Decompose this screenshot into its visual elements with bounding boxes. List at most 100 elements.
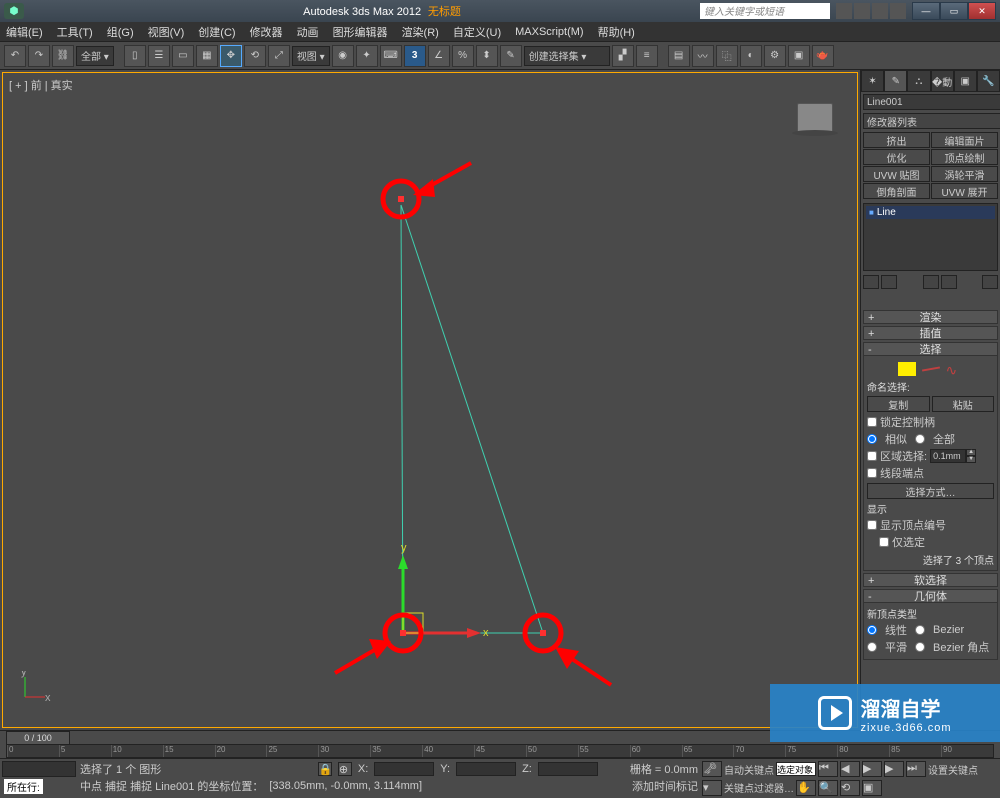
configure-sets-icon[interactable] [982, 275, 998, 289]
menu-maxscript[interactable]: MAXScript(M) [515, 26, 583, 38]
time-slider[interactable]: 0 / 100 [6, 731, 70, 745]
prev-frame-icon[interactable]: ◀ [840, 761, 860, 777]
align-button[interactable]: ≡ [636, 45, 658, 67]
x-input[interactable] [374, 762, 434, 776]
menu-group[interactable]: 组(G) [107, 24, 134, 40]
area-select-checkbox[interactable] [867, 451, 877, 461]
move-button[interactable]: ✥ [220, 45, 242, 67]
paste-named-button[interactable]: 粘贴 [932, 396, 995, 412]
curveeditor-button[interactable]: 〰 [692, 45, 714, 67]
goto-start-icon[interactable]: ⏮ [818, 761, 838, 777]
lock-handles-checkbox[interactable] [867, 417, 877, 427]
subobj-spline-icon[interactable] [946, 362, 964, 376]
keyfilter-button[interactable]: 关键点过滤器… [724, 780, 794, 795]
play-icon[interactable]: ▶ [862, 761, 882, 777]
next-frame-icon[interactable]: ▶ [884, 761, 904, 777]
mod-uvwunwrap-button[interactable]: UVW 展开 [931, 183, 998, 199]
menu-rendering[interactable]: 渲染(R) [402, 24, 439, 40]
rollout-softsel-header[interactable]: +软选择 [863, 573, 998, 587]
material-button[interactable]: ◐ [740, 45, 762, 67]
menu-tools[interactable]: 工具(T) [57, 24, 93, 40]
percentsnap-button[interactable]: % [452, 45, 474, 67]
close-button[interactable]: ✕ [968, 2, 996, 20]
modifier-list-dropdown[interactable] [863, 113, 1000, 129]
menu-customize[interactable]: 自定义(U) [453, 24, 501, 40]
renderframe-button[interactable]: ▣ [788, 45, 810, 67]
setkey-button[interactable]: 设置关键点 [928, 762, 978, 777]
vtype-smooth-radio[interactable] [867, 642, 877, 652]
rollout-selection-header[interactable]: -选择 [863, 342, 998, 356]
menu-views[interactable]: 视图(V) [148, 24, 185, 40]
undo-button[interactable]: ↶ [4, 45, 26, 67]
vtype-bcorner-radio[interactable] [915, 642, 925, 652]
tab-display-icon[interactable]: ▣ [954, 70, 977, 92]
window-crossing-button[interactable]: ▦ [196, 45, 218, 67]
menu-help[interactable]: 帮助(H) [598, 24, 635, 40]
pivot-button[interactable]: ◉ [332, 45, 354, 67]
vtype-bezier-radio[interactable] [915, 625, 925, 635]
filter-dropdown[interactable]: 全部 ▾ [76, 46, 114, 66]
render-button[interactable]: 🫖 [812, 45, 834, 67]
nav-zoom-icon[interactable]: 🔍 [818, 780, 838, 796]
minimize-button[interactable]: — [912, 2, 940, 20]
manipulate-button[interactable]: ✦ [356, 45, 378, 67]
vtype-linear-radio[interactable] [867, 625, 877, 635]
menu-grapheditors[interactable]: 图形编辑器 [333, 24, 388, 40]
search-go-icon[interactable] [836, 3, 852, 19]
nav-orbit-icon[interactable]: ⟲ [840, 780, 860, 796]
stack-item-line[interactable]: Line [866, 206, 995, 219]
mod-editpatch-button[interactable]: 编辑面片 [931, 132, 998, 148]
named-selset-dropdown[interactable]: 创建选择集 ▾ [524, 46, 610, 66]
mod-bevelprofile-button[interactable]: 倒角剖面 [863, 183, 930, 199]
nav-maximize-icon[interactable]: ▣ [862, 780, 882, 796]
selectname-button[interactable]: ☰ [148, 45, 170, 67]
lock-selection-icon[interactable]: 🔒 [318, 762, 332, 776]
remove-mod-icon[interactable] [941, 275, 957, 289]
redo-button[interactable]: ↷ [28, 45, 50, 67]
menu-edit[interactable]: 编辑(E) [6, 24, 43, 40]
coord-mode-icon[interactable]: ⊕ [338, 762, 352, 776]
tab-create-icon[interactable]: ✶ [861, 70, 884, 92]
show-end-icon[interactable] [881, 275, 897, 289]
menu-create[interactable]: 创建(C) [198, 24, 235, 40]
rollout-interp-header[interactable]: +插值 [863, 326, 998, 340]
goto-end-icon[interactable]: ⏭ [906, 761, 926, 777]
select-button[interactable]: ▯ [124, 45, 146, 67]
rollout-geometry-header[interactable]: -几何体 [863, 589, 998, 603]
rendersetup-button[interactable]: ⚙ [764, 45, 786, 67]
tab-hierarchy-icon[interactable]: ⛬ [907, 70, 930, 92]
subobj-vertex-icon[interactable] [898, 362, 916, 376]
mod-extrude-button[interactable]: 挤出 [863, 132, 930, 148]
mod-vertexpaint-button[interactable]: 顶点绘制 [931, 149, 998, 165]
select-by-button[interactable]: 选择方式… [867, 483, 994, 499]
viewport-front[interactable]: [ + ] 前 | 真实 y x [2, 72, 858, 728]
key-selset-input[interactable] [776, 762, 816, 776]
nav-pan-icon[interactable]: ✋ [796, 780, 816, 796]
keymode-button[interactable]: ⌨ [380, 45, 402, 67]
mini-listener[interactable] [2, 761, 76, 777]
area-select-spinner[interactable] [930, 449, 966, 463]
make-unique-icon[interactable] [923, 275, 939, 289]
menu-animation[interactable]: 动画 [297, 24, 319, 40]
mod-uvwmap-button[interactable]: UVW 贴图 [863, 166, 930, 182]
menu-modifiers[interactable]: 修改器 [250, 24, 283, 40]
key-filters-icon[interactable]: ▾ [702, 780, 722, 796]
y-input[interactable] [456, 762, 516, 776]
pin-stack-icon[interactable] [863, 275, 879, 289]
mod-turbosmooth-button[interactable]: 涡轮平滑 [931, 166, 998, 182]
selectregion-button[interactable]: ▭ [172, 45, 194, 67]
snap-toggle-button[interactable]: 3 [404, 45, 426, 67]
autokey-button[interactable]: 自动关键点 [724, 762, 774, 777]
modifier-stack[interactable]: Line [863, 203, 998, 271]
object-name-input[interactable] [863, 94, 1000, 110]
infocenter-icon[interactable] [854, 3, 870, 19]
mod-optimize-button[interactable]: 优化 [863, 149, 930, 165]
help-icon[interactable] [890, 3, 906, 19]
tab-modify-icon[interactable]: ✎ [884, 70, 907, 92]
z-input[interactable] [538, 762, 598, 776]
refcoord-dropdown[interactable]: 视图 ▾ [292, 46, 330, 66]
segend-checkbox[interactable] [867, 468, 877, 478]
layers-button[interactable]: ▤ [668, 45, 690, 67]
maximize-button[interactable]: ▭ [940, 2, 968, 20]
editnamed-button[interactable]: ✎ [500, 45, 522, 67]
